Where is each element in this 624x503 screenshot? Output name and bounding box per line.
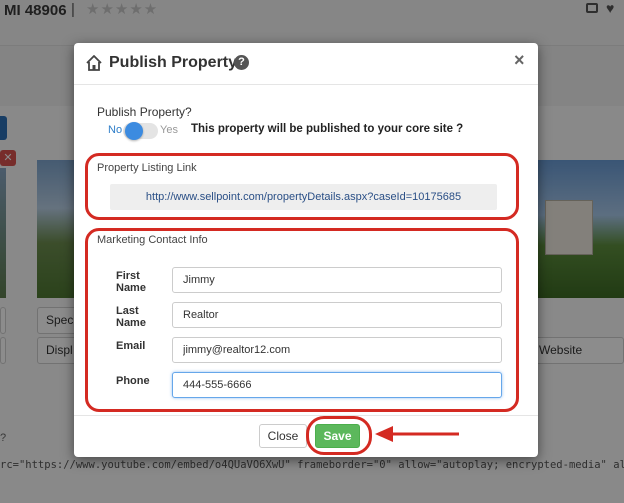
toggle-no-label: No	[108, 124, 123, 136]
publish-note: This property will be published to your …	[191, 123, 464, 135]
last-name-label: Last Name	[116, 305, 146, 329]
modal-footer-divider	[74, 415, 538, 416]
publish-toggle-knob[interactable]	[125, 122, 143, 140]
contact-section-label: Marketing Contact Info	[97, 234, 208, 246]
email-label: Email	[116, 340, 146, 352]
home-icon	[86, 55, 102, 71]
listing-link-section-label: Property Listing Link	[97, 162, 197, 174]
help-icon[interactable]: ?	[234, 55, 249, 70]
toggle-yes-label: Yes	[160, 124, 178, 136]
email-field[interactable]	[172, 337, 502, 363]
publish-question-label: Publish Property?	[97, 105, 192, 119]
close-icon[interactable]: ×	[514, 50, 525, 71]
modal-header: Publish Property ? ×	[74, 43, 538, 85]
modal-title: Publish Property	[109, 54, 238, 71]
phone-label: Phone	[116, 375, 150, 387]
last-name-field[interactable]	[172, 302, 502, 328]
first-name-label: First Name	[116, 270, 146, 294]
phone-field[interactable]	[172, 372, 502, 398]
publish-property-modal: Publish Property ? × Publish Property? N…	[74, 43, 538, 457]
first-name-field[interactable]	[172, 267, 502, 293]
annotation-arrow-icon	[375, 426, 459, 442]
close-button[interactable]: Close	[259, 424, 307, 448]
save-button[interactable]: Save	[315, 424, 360, 448]
property-listing-link[interactable]: http://www.sellpoint.com/propertyDetails…	[110, 184, 497, 210]
